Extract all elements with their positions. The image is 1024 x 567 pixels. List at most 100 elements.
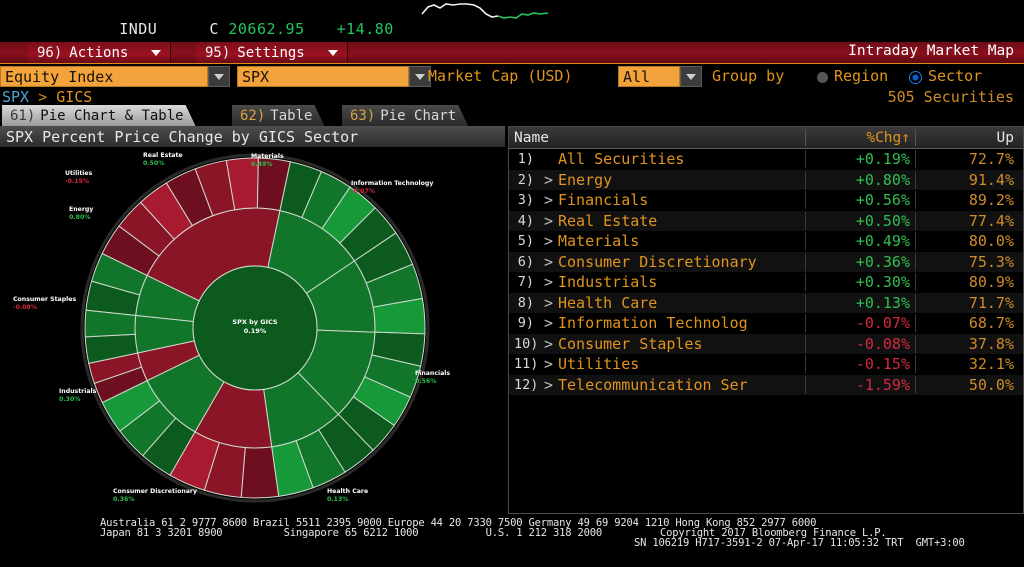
pie-slice-label: Health Care 0.13% (327, 488, 368, 504)
expand-arrow-icon: > (544, 232, 553, 251)
tab-table[interactable]: 62) Table (232, 105, 324, 126)
pie-slice-label: Energy 0.80% (69, 206, 93, 222)
pie-slice-label: Consumer Staples -0.08% (13, 296, 76, 312)
column-header-name[interactable]: Name (509, 130, 805, 146)
expand-arrow-icon: > (544, 211, 553, 230)
table-row[interactable]: 7) > Industrials +0.30% 80.9% (509, 272, 1023, 293)
settings-label: Settings (237, 44, 305, 61)
table-row[interactable]: 2) > Energy +0.80% 91.4% (509, 169, 1023, 190)
settings-number: 95) (205, 44, 231, 61)
row-index: 12) (514, 376, 539, 393)
radio-region-label[interactable]: Region (834, 67, 888, 85)
table-body[interactable]: 1) All Securities +0.19% 72.7% 2) > Energy +0.8… (509, 149, 1023, 395)
radio-sector-label[interactable]: Sector (928, 67, 982, 85)
row-sector-name: Information Technolog (558, 314, 748, 333)
row-pct-up: 91.4% (915, 170, 1019, 189)
market-cap-dropdown-button[interactable] (680, 66, 702, 87)
expand-arrow-icon: > (544, 334, 553, 353)
security-type-input[interactable]: Equity Index (0, 66, 208, 87)
table-row[interactable]: 4) > Real Estate +0.50% 77.4% (509, 210, 1023, 231)
pie-slice[interactable] (84, 309, 137, 338)
table-row[interactable]: 9) > Information Technolog -0.07% 68.7% (509, 313, 1023, 334)
pie-slice-label-name: Consumer Discretionary (113, 488, 197, 495)
table-row[interactable]: 10) > Consumer Staples -0.08% 37.8% (509, 333, 1023, 354)
index-input[interactable]: SPX (237, 66, 409, 87)
expand-arrow-icon: > (544, 252, 553, 271)
pie-slice-label-name: Industrials (59, 388, 97, 395)
row-pct-change: +0.50% (805, 211, 915, 230)
row-pct-up: 32.1% (915, 355, 1019, 374)
pie-slice-label: Materials 0.49% (251, 153, 284, 169)
row-pct-change: +0.30% (805, 273, 915, 292)
row-index: 5) (517, 233, 534, 250)
radio-region[interactable] (817, 72, 828, 83)
footer: Australia 61 2 9777 8600 Brazil 5511 239… (0, 516, 1024, 567)
pie-slice-label-name: Real Estate (143, 152, 183, 159)
settings-button[interactable]: 95) Settings (196, 42, 348, 63)
row-index: 1) (517, 151, 534, 168)
row-sector-name: All Securities (558, 150, 685, 169)
row-index: 8) (517, 294, 534, 311)
footer-session-info: SN 106219 H717-3591-2 07-Apr-17 11:05:32… (634, 537, 965, 549)
chart-title: SPX Percent Price Change by GICS Sector (0, 126, 505, 147)
breadcrumb-root[interactable]: SPX (2, 88, 29, 106)
column-header-pct-change[interactable]: %Chg↑ (805, 129, 915, 146)
row-pct-change: +0.13% (805, 293, 915, 312)
breadcrumb-leaf[interactable]: GICS (56, 88, 92, 106)
pie-center-value: 0.19% (243, 327, 267, 335)
pie-slice-label: Utilities -0.15% (65, 170, 92, 186)
tab-number: 61) (10, 107, 36, 124)
sector-table-panel[interactable]: Name %Chg↑ Up 1) All Securities +0.19% 72.7… (508, 126, 1024, 514)
table-row[interactable]: 8) > Health Care +0.13% 71.7% (509, 292, 1023, 313)
pie-slice-label-name: Health Care (327, 488, 369, 495)
sunburst-pie-chart[interactable]: SPX by GICS 0.19% Materials 0.49% Informat… (13, 148, 455, 508)
tab-pie-chart-and-table[interactable]: 61) Pie Chart & Table (2, 105, 196, 126)
row-pct-up: 68.7% (915, 314, 1019, 333)
day-range: 20544.13 /20743.62 (563, 2, 735, 20)
chevron-down-icon (327, 49, 338, 56)
table-row[interactable]: 11) > Utilities -0.15% 32.1% (509, 354, 1023, 375)
market-cap-label: Market Cap (USD) (428, 67, 573, 85)
pie-slice[interactable] (240, 446, 280, 499)
row-sector-name: Energy (558, 170, 613, 189)
tab-pie-chart[interactable]: 63) Pie Chart (342, 105, 468, 126)
function-toolbar: 96) Actions 95) Settings Intraday Market… (0, 42, 1024, 64)
table-row[interactable]: 3) > Financials +0.56% 89.2% (509, 190, 1023, 211)
tab-bar: 61) Pie Chart & Table 62) Table 63) Pie … (0, 105, 1024, 127)
actions-number: 96) (37, 44, 63, 61)
securities-count: 505 Securities (887, 88, 1014, 106)
table-row[interactable]: 6) > Consumer Discretionary +0.36% 75.3% (509, 251, 1023, 272)
table-row[interactable]: 5) > Materials +0.49% 80.0% (509, 231, 1023, 252)
pie-slice-label-value: -0.07% (351, 188, 376, 195)
chart-panel: SPX Percent Price Change by GICS Sector … (0, 126, 505, 514)
row-sector-name: Health Care (558, 293, 658, 312)
market-cap-input[interactable]: All (618, 66, 680, 87)
row-pct-change: +0.49% (805, 232, 915, 251)
security-type-dropdown-button[interactable] (208, 66, 230, 87)
sort-ascending-icon: ↑ (901, 129, 910, 146)
pie-slice-label-name: Materials (251, 153, 284, 160)
quote-header: INDU C 20662.95 +14.80 20544.13 /20743.62 … (0, 0, 1024, 57)
radio-sector[interactable] (910, 72, 921, 83)
row-sector-name: Telecommunication Ser (558, 375, 748, 394)
pie-slice-label: Industrials 0.30% (59, 388, 96, 404)
row-pct-up: 75.3% (915, 252, 1019, 271)
breadcrumb-separator: > (38, 88, 48, 106)
breadcrumb[interactable]: SPX > GICS (2, 88, 92, 106)
row-pct-up: 77.4% (915, 211, 1019, 230)
screen-title: Intraday Market Map (848, 43, 1014, 59)
pie-slice-label: Financials 0.56% (415, 370, 450, 386)
pie-slice-label-name: Utilities (65, 170, 93, 177)
table-row[interactable]: 1) All Securities +0.19% 72.7% (509, 149, 1023, 170)
row-pct-up: 37.8% (915, 334, 1019, 353)
table-row[interactable]: 12) > Telecommunication Ser -1.59% 50.0% (509, 374, 1023, 395)
bloomberg-terminal-window: INDU C 20662.95 +14.80 20544.13 /20743.62 … (0, 0, 1024, 567)
column-header-up[interactable]: Up (915, 129, 1019, 146)
row-sector-name: Industrials (558, 273, 658, 292)
actions-button[interactable]: 96) Actions (28, 42, 172, 63)
row-index: 9) (517, 315, 534, 332)
pie-slice-label-value: -0.08% (13, 304, 38, 311)
row-pct-change: +0.80% (805, 170, 915, 189)
actions-label: Actions (69, 44, 129, 61)
pie-slice-label-value: -0.15% (65, 178, 90, 185)
